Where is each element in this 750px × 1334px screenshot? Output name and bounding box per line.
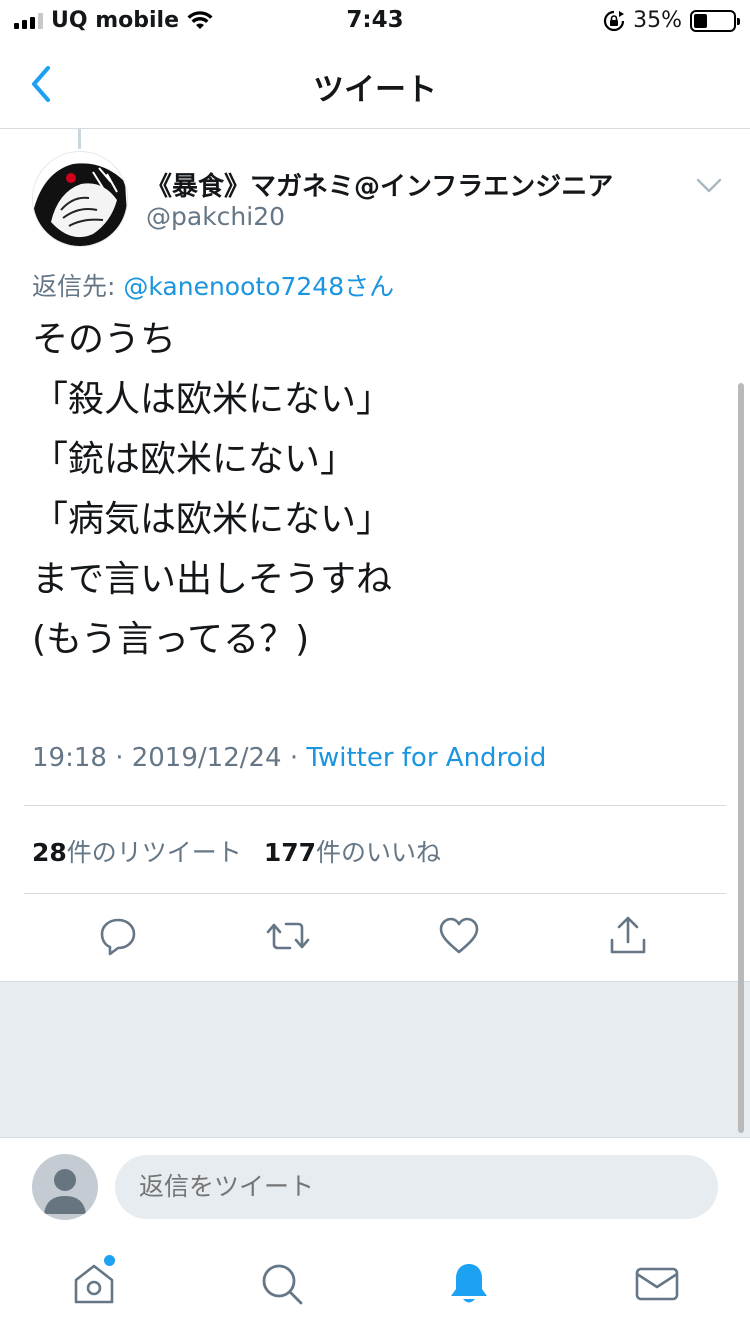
reply-icon[interactable] [96,914,140,958]
user-handle[interactable]: @pakchi20 [146,202,285,231]
share-icon[interactable] [606,914,650,958]
my-avatar[interactable] [32,1154,98,1220]
retweet-count: 28 [32,838,67,867]
chevron-down-icon[interactable] [694,172,724,198]
tweet-line: 「銃は欧米にない」 [32,439,357,480]
reply-context: 返信先: @kanenooto7248さん [32,267,394,303]
empty-replies-area [0,981,750,1138]
tweet-line: そのうち [32,319,177,360]
avatar[interactable] [32,151,128,247]
bell-icon[interactable] [445,1260,493,1308]
display-name[interactable]: 《暴食》マガネミ@インフラエンジニア [146,166,613,203]
battery-percent: 35% [633,8,682,33]
default-avatar-icon [44,1169,86,1214]
like-label: 件のいいね [316,838,442,867]
search-icon[interactable] [258,1260,306,1308]
reply-input[interactable] [115,1155,718,1219]
rotation-lock-icon [604,10,625,31]
tweet-text: そのうち 「殺人は欧米にない」 「銃は欧米にない」 「病気は欧米にない」 まで言… [32,310,712,670]
page-title: ツイート [313,72,437,108]
status-bar: UQ mobile 7:43 35% [0,0,750,40]
divider [24,893,726,894]
reply-prefix: 返信先: [32,272,124,301]
battery-icon [690,9,740,32]
tweet-line: (もう言ってる？) [32,619,310,660]
home-icon[interactable] [70,1260,118,1308]
retweet-label: 件のリツイート [66,838,242,867]
tweet-source-link[interactable]: Twitter for Android [306,743,546,773]
battery-fill [694,13,708,28]
heart-icon[interactable] [437,914,481,958]
tweet-stats: 28件のリツイート 177件のいいね [32,833,441,869]
avatar-illustration [33,152,127,246]
tweet-line: 「病気は欧米にない」 [32,499,393,540]
reply-mention-link[interactable]: @kanenooto7248さん [123,272,394,301]
divider [24,805,726,806]
like-stat[interactable]: 177件のいいね [264,833,441,869]
retweet-stat[interactable]: 28件のリツイート [32,833,242,869]
tweet-actions [0,914,750,962]
scrollbar[interactable] [738,383,744,1133]
home-notification-dot [104,1255,115,1266]
like-count: 177 [263,838,316,867]
nav-bar: ツイート [0,40,750,129]
tweet-line: まで言い出しそうすね [32,559,393,600]
tweet-line: 「殺人は欧米にない」 [32,379,393,420]
retweet-icon[interactable] [266,914,310,958]
status-right: 35% [603,8,740,33]
tweet-meta: 19:18 · 2019/12/24 · Twitter for Android [32,743,546,773]
thread-line [78,129,81,149]
mail-icon[interactable] [633,1260,681,1308]
tweet-timestamp: 19:18 · 2019/12/24 · [32,743,307,773]
